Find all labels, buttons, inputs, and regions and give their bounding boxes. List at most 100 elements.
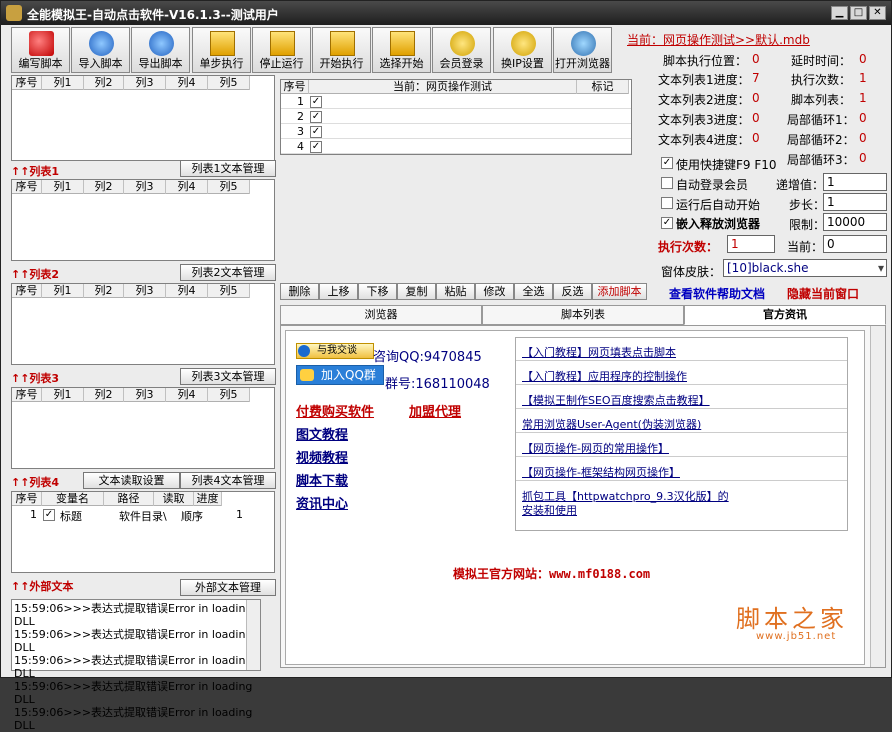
- embed-browser-label: 嵌入释放浏览器: [676, 217, 761, 231]
- news-center-link[interactable]: 资讯中心: [296, 493, 348, 512]
- increment-input[interactable]: 1: [823, 173, 887, 191]
- limit-input[interactable]: 10000: [823, 213, 887, 231]
- close-button[interactable]: ✕: [869, 6, 886, 20]
- watermark-url: www.jb51.net: [756, 631, 837, 642]
- loop1-label: 局部循环1：: [787, 113, 855, 127]
- list1-manage-button[interactable]: 列表1文本管理: [180, 160, 276, 177]
- article-link[interactable]: 【网页操作-网页的常用操作】: [522, 440, 669, 456]
- invert-selection-button[interactable]: 反选: [553, 283, 592, 300]
- open-browser-button[interactable]: 打开浏览器: [553, 27, 612, 73]
- delete-button[interactable]: 删除: [280, 283, 319, 300]
- loop2-value: 0: [859, 131, 867, 145]
- list4-progress-label: 文本列表4进度：: [658, 133, 750, 147]
- title-bar[interactable]: 全能模拟王-自动点击软件-V16.1.3--测试用户 ▁ □ ✕: [1, 1, 891, 25]
- list3-progress-label: 文本列表3进度：: [658, 113, 750, 127]
- tab-script-list[interactable]: 脚本列表: [482, 305, 684, 325]
- toolbar: 编写脚本 导入脚本 导出脚本 单步执行 停止运行 开始执行 选择开始 会员登录 …: [11, 27, 617, 73]
- franchise-link[interactable]: 加盟代理: [409, 401, 461, 420]
- variable-list[interactable]: 序号 变量名 路径 读取 进度 1 ✓ 标题 软件目录\ 顺序 1: [11, 491, 275, 573]
- article-link[interactable]: 【入门教程】应用程序的控制操作: [522, 368, 687, 384]
- article-link[interactable]: 【网页操作-框架结构网页操作】: [522, 464, 680, 480]
- official-site-link[interactable]: 模拟王官方网站：www.mf0188.com: [453, 565, 650, 582]
- article-link[interactable]: 常用浏览器User-Agent(伪装浏览器): [522, 416, 701, 432]
- tab-official-news[interactable]: 官方资讯: [684, 305, 886, 325]
- modify-button[interactable]: 修改: [475, 283, 514, 300]
- copy-button[interactable]: 复制: [397, 283, 436, 300]
- exec-times-input[interactable]: 1: [727, 235, 775, 253]
- minimize-button[interactable]: ▁: [831, 6, 848, 20]
- loop3-label: 局部循环3：: [787, 153, 855, 167]
- import-script-button[interactable]: 导入脚本: [71, 27, 130, 73]
- add-script-button[interactable]: 添加脚本: [592, 283, 647, 300]
- external-text-manage-button[interactable]: 外部文本管理: [180, 579, 276, 596]
- text-list-1[interactable]: 序号 列1 列2 列3 列4 列5: [11, 179, 275, 261]
- article-link[interactable]: 【模拟王制作SEO百度搜索点击教程】: [522, 392, 710, 408]
- return-arrow-icon: [149, 31, 174, 56]
- select-start-button[interactable]: 选择开始: [372, 27, 431, 73]
- start-run-button[interactable]: 开始执行: [312, 27, 371, 73]
- loop1-value: 0: [859, 111, 867, 125]
- hotkey-checkbox[interactable]: ✓: [661, 157, 673, 169]
- select-all-button[interactable]: 全选: [514, 283, 553, 300]
- video-tutorial-link[interactable]: 视频教程: [296, 447, 348, 466]
- step-input[interactable]: 1: [823, 193, 887, 211]
- tab-browser[interactable]: 浏览器: [280, 305, 482, 325]
- app-icon: [6, 5, 22, 21]
- hotkey-label: 使用快捷键F9 F10: [676, 158, 777, 172]
- embed-browser-checkbox[interactable]: ✓: [661, 217, 673, 229]
- log-scrollbar[interactable]: [246, 600, 260, 670]
- edit-script-button[interactable]: 编写脚本: [11, 27, 70, 73]
- news-scrollbar[interactable]: [870, 326, 885, 667]
- image-tutorial-link[interactable]: 图文教程: [296, 424, 348, 443]
- step-icon: [210, 31, 235, 56]
- member-login-button[interactable]: 会员登录: [432, 27, 491, 73]
- stop-run-button[interactable]: 停止运行: [252, 27, 311, 73]
- list3-manage-button[interactable]: 列表3文本管理: [180, 368, 276, 385]
- maximize-button[interactable]: □: [850, 6, 867, 20]
- log-line: 15:59:06>>>表达式提取错误Error in loading DLL: [14, 602, 253, 628]
- autostart-checkbox[interactable]: [661, 197, 673, 209]
- text-list-0[interactable]: 序号 列1 列2 列3 列4 列5: [11, 75, 275, 161]
- news-panel: 与我交谈 咨询QQ:9470845 加入QQ群 群号:168110048 付费购…: [280, 325, 886, 668]
- main-window: 全能模拟王-自动点击软件-V16.1.3--测试用户 ▁ □ ✕ 编写脚本 导入…: [0, 0, 892, 732]
- row-checkbox[interactable]: ✓: [310, 126, 322, 138]
- article-link[interactable]: 安装和使用: [522, 502, 577, 518]
- log-line: 15:59:06>>>表达式提取错误Error in loading DLL: [14, 628, 253, 654]
- text-list-2[interactable]: 序号 列1 列2 列3 列4 列5: [11, 283, 275, 365]
- script-table[interactable]: 序号 当前：网页操作测试 标记 1 ✓ 2 ✓ 3 ✓ 4 ✓: [280, 79, 632, 155]
- row-checkbox[interactable]: ✓: [310, 111, 322, 123]
- help-doc-link[interactable]: 查看软件帮助文档: [669, 285, 765, 302]
- exec-times-label: 执行次数：: [658, 240, 719, 254]
- ip-settings-button[interactable]: 换IP设置: [493, 27, 552, 73]
- current-count-input[interactable]: 0: [823, 235, 887, 253]
- bottom-tabs: 浏览器 脚本列表 官方资讯: [280, 305, 886, 325]
- step-run-button[interactable]: 单步执行: [192, 27, 251, 73]
- export-script-button[interactable]: 导出脚本: [131, 27, 190, 73]
- row-checkbox[interactable]: ✓: [43, 509, 55, 521]
- text-read-settings-button[interactable]: 文本读取设置: [83, 472, 180, 489]
- row-checkbox[interactable]: ✓: [310, 141, 322, 153]
- list4-manage-button[interactable]: 列表4文本管理: [180, 472, 276, 489]
- text-list-3[interactable]: 序号 列1 列2 列3 列4 列5: [11, 387, 275, 469]
- skin-select[interactable]: [10]black.she ▾: [723, 259, 887, 277]
- buy-software-link[interactable]: 付费购买软件: [296, 401, 374, 420]
- hide-window-link[interactable]: 隐藏当前窗口: [787, 285, 859, 302]
- autologin-checkbox[interactable]: [661, 177, 673, 189]
- article-link[interactable]: 【入门教程】网页填表点击脚本: [522, 344, 676, 360]
- row-checkbox[interactable]: ✓: [310, 96, 322, 108]
- move-down-button[interactable]: 下移: [358, 283, 397, 300]
- current-script-label[interactable]: 当前：网页操作测试>>默认.mdb: [627, 31, 810, 48]
- table-row[interactable]: 1 ✓: [281, 95, 631, 109]
- table-row[interactable]: 3 ✓: [281, 125, 631, 139]
- list2-progress-value: 0: [752, 91, 760, 105]
- table-row[interactable]: 4 ✓: [281, 140, 631, 154]
- list4-label: ↑↑列表4: [11, 476, 60, 489]
- table-row[interactable]: 1 ✓ 标题 软件目录\ 顺序 1: [12, 508, 258, 523]
- list2-manage-button[interactable]: 列表2文本管理: [180, 264, 276, 281]
- group-icon: [300, 369, 314, 381]
- table-row[interactable]: 2 ✓: [281, 110, 631, 124]
- paste-button[interactable]: 粘贴: [436, 283, 475, 300]
- script-download-link[interactable]: 脚本下载: [296, 470, 348, 489]
- move-up-button[interactable]: 上移: [319, 283, 358, 300]
- log-output[interactable]: 15:59:06>>>表达式提取错误Error in loading DLL 1…: [11, 599, 261, 732]
